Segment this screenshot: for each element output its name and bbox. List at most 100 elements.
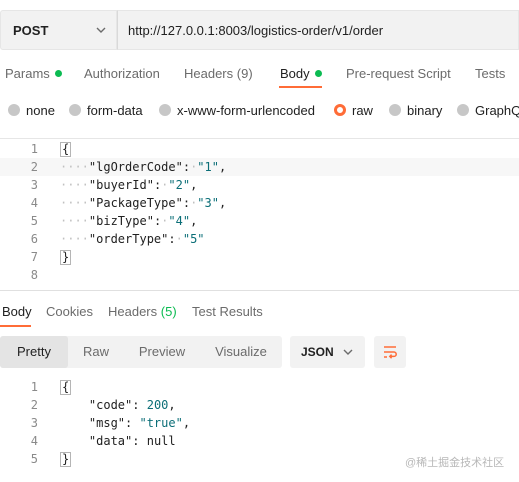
format-label: JSON <box>301 345 334 359</box>
active-tab-underline <box>279 86 322 88</box>
radio-binary-label: binary <box>407 103 443 118</box>
radio-form-data[interactable]: form-data <box>69 103 143 118</box>
open-brace: { <box>60 380 72 395</box>
tab-cookies[interactable]: Cookies <box>46 304 93 319</box>
status-dot-icon <box>314 70 322 77</box>
code-line: 2 "code": 200, <box>0 396 519 414</box>
view-raw-button[interactable]: Raw <box>68 336 124 368</box>
line-number: 2 <box>30 398 38 412</box>
json-value: null <box>146 434 176 448</box>
code-line: 4 ····"PackageType":·"3", <box>0 194 519 212</box>
code-text: "data": null <box>88 434 176 448</box>
code-line: 7 } <box>0 248 519 266</box>
tab-test-results[interactable]: Test Results <box>192 304 263 319</box>
json-key: "code" <box>88 398 133 412</box>
tab-headers-count: (9) <box>236 66 253 81</box>
code-text: "msg": "true", <box>88 416 191 430</box>
code-text: ····"orderType":·"5" <box>60 232 205 246</box>
url-text: http://127.0.0.1:8003/logistics-order/v1… <box>128 23 384 38</box>
active-tab-underline <box>0 325 31 327</box>
json-value: "true" <box>139 416 183 430</box>
json-value: "3" <box>197 196 219 210</box>
radio-graphql-label: GraphQL <box>475 103 519 118</box>
radio-raw[interactable]: raw <box>334 103 373 118</box>
code-line: 6 ····"orderType":·"5" <box>0 230 519 248</box>
line-number: 7 <box>30 250 38 264</box>
code-line: 2 ····"lgOrderCode":·"1", <box>0 158 519 176</box>
method-label: POST <box>13 23 49 38</box>
radio-selected-icon <box>334 104 346 116</box>
tab-tests-label: Tests <box>475 66 506 81</box>
line-number: 1 <box>30 380 38 394</box>
tab-pre-request-script[interactable]: Pre-request Script <box>346 66 451 81</box>
wrap-lines-button[interactable] <box>374 336 406 368</box>
json-key: "bizType" <box>88 214 154 228</box>
code-text: "code": 200, <box>88 398 176 412</box>
format-dropdown[interactable]: JSON <box>290 336 365 368</box>
url-input[interactable]: http://127.0.0.1:8003/logistics-order/v1… <box>117 10 519 50</box>
body-type-selector: none form-data x-www-form-urlencoded raw… <box>0 98 519 124</box>
line-number: 4 <box>30 196 38 210</box>
tab-response-headers-label: Headers <box>108 304 158 319</box>
code-line: 3 "msg": "true", <box>0 414 519 432</box>
radio-raw-label: raw <box>352 103 373 118</box>
tab-headers-label: Headers <box>184 66 234 81</box>
view-mode-selector: Pretty Raw Preview Visualize <box>0 336 282 368</box>
tab-tests[interactable]: Tests <box>475 66 505 81</box>
method-dropdown[interactable]: POST <box>0 10 117 50</box>
code-line: 4 "data": null <box>0 432 519 450</box>
tab-pre-request-label: Pre-request Script <box>346 66 451 81</box>
json-value: "2" <box>168 178 191 192</box>
json-key: "buyerId" <box>88 178 154 192</box>
json-key: "lgOrderCode" <box>88 160 183 174</box>
tab-authorization[interactable]: Authorization <box>84 66 160 81</box>
line-number: 3 <box>30 416 38 430</box>
view-visualize-button[interactable]: Visualize <box>200 336 282 368</box>
radio-urlencoded[interactable]: x-www-form-urlencoded <box>159 103 315 118</box>
wrap-lines-icon <box>384 346 397 359</box>
line-number: 8 <box>30 268 38 282</box>
view-preview-button[interactable]: Preview <box>124 336 200 368</box>
tab-response-headers[interactable]: Headers (5) <box>108 304 177 319</box>
request-bar: POST http://127.0.0.1:8003/logistics-ord… <box>0 10 519 50</box>
watermark: @稀土掘金技术社区 <box>405 457 505 469</box>
code-text: } <box>60 450 72 468</box>
radio-circle-icon <box>457 104 469 116</box>
tab-params-label: Params <box>5 66 50 81</box>
code-text: ····"PackageType":·"3", <box>60 196 227 210</box>
radio-binary[interactable]: binary <box>389 103 442 118</box>
tab-headers[interactable]: Headers (9) <box>184 66 253 81</box>
tab-authorization-label: Authorization <box>84 66 160 81</box>
tab-body-label: Body <box>280 66 310 81</box>
code-text: ····"bizType":·"4", <box>60 214 198 228</box>
pane-divider[interactable] <box>0 290 519 291</box>
json-value: "4" <box>168 214 191 228</box>
code-text: } <box>60 248 72 266</box>
open-brace: { <box>60 142 72 157</box>
code-line: 8 <box>0 266 519 284</box>
radio-none-label: none <box>26 103 55 118</box>
tab-response-body[interactable]: Body <box>2 304 32 319</box>
radio-none[interactable]: none <box>8 103 55 118</box>
json-value: "5" <box>182 232 205 246</box>
json-separator: , <box>218 196 227 210</box>
line-number: 5 <box>30 452 38 466</box>
code-line: 5 ····"bizType":·"4", <box>0 212 519 230</box>
line-number: 1 <box>30 142 38 156</box>
view-pretty-button[interactable]: Pretty <box>0 336 68 368</box>
line-number: 4 <box>30 434 38 448</box>
radio-graphql[interactable]: GraphQL <box>457 103 519 118</box>
tab-cookies-label: Cookies <box>46 304 93 319</box>
line-number: 2 <box>30 160 38 174</box>
code-text: { <box>60 378 72 396</box>
code-text: ····"lgOrderCode":·"1", <box>60 160 227 174</box>
tab-body[interactable]: Body <box>280 66 322 81</box>
tab-params[interactable]: Params <box>5 66 62 81</box>
response-tabs: Body Cookies Headers (5) Test Results <box>0 298 519 327</box>
tab-test-results-label: Test Results <box>192 304 263 319</box>
close-brace: } <box>60 250 72 265</box>
status-dot-icon <box>54 70 62 77</box>
code-text: { <box>60 140 72 158</box>
tab-response-headers-count: (5) <box>160 304 177 319</box>
json-separator: , <box>168 398 176 412</box>
